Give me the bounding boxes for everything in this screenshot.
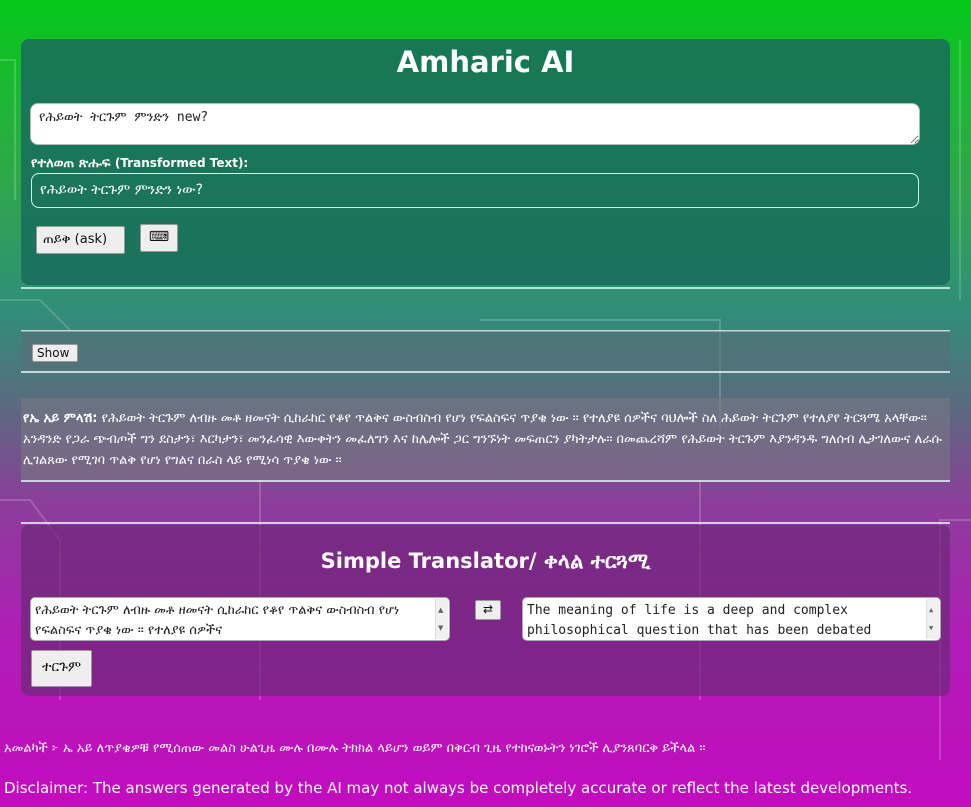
show-button[interactable]: Show [32, 344, 78, 362]
transformed-text-field: የሕይወት ትርጉም ምንድን ነው? [31, 173, 919, 208]
target-text: The meaning of life is a deep and comple… [527, 603, 872, 638]
translator-title: Simple Translator/ ቀላል ተርጓሚ [320, 549, 651, 573]
disclaimer-amharic: አመልካች ፦ ኤ አይ ለጥያቄዎቹ የሚሰጠው መልስ ሁልጊዜ ሙሉ በሙ… [4, 741, 706, 756]
divider [21, 287, 950, 289]
answer-label: የኤ አይ ምላሽ: [23, 411, 98, 426]
divider [21, 480, 950, 482]
answer-text: የሕይወት ትርጉም ለብዙ መቶ ዘመናት ሲከራከር የቆየ ጥልቅና ውስ… [23, 411, 942, 468]
target-scrollbar[interactable]: ▲ ▼ [926, 599, 939, 639]
target-textarea[interactable]: The meaning of life is a deep and comple… [522, 597, 941, 641]
divider [21, 371, 950, 373]
source-scrollbar[interactable]: ▲ ▼ [435, 599, 448, 639]
show-section: Show [21, 331, 950, 371]
chat-panel: Amharic AI የሕይወት ትርጉም ምንድን new? የተለወጠ ጽሑ… [21, 39, 950, 285]
source-textarea[interactable]: የሕይወት ትርጉም ለብዙ መቶ ዘመናት ሲከራከር የቆየ ጥልቅና ውስ… [30, 597, 450, 641]
transformed-text-label: የተለወጠ ጽሑፍ (Transformed Text): [31, 156, 248, 171]
disclaimer-english: Disclaimer: The answers generated by the… [4, 779, 913, 797]
translator-panel: Simple Translator/ ቀላል ተርጓሚ የሕይወት ትርጉም ለ… [21, 525, 950, 696]
swap-icon[interactable]: ⇄ [475, 600, 501, 620]
source-text: የሕይወት ትርጉም ለብዙ መቶ ዘመናት ሲከራከር የቆየ ጥልቅና ውስ… [35, 603, 400, 638]
question-input[interactable]: የሕይወት ትርጉም ምንድን new? [30, 103, 920, 145]
app-title: Amharic AI [396, 45, 575, 79]
translate-button[interactable]: ተርጉም [31, 650, 92, 687]
ask-button[interactable]: ጠይቅ (ask) [36, 226, 125, 254]
divider [21, 522, 950, 524]
transformed-label-en: (Transformed Text): [114, 156, 249, 170]
keyboard-icon[interactable]: ⌨ [140, 224, 178, 252]
transformed-label-am: የተለወጠ ጽሑፍ [31, 156, 111, 171]
ai-answer: የኤ አይ ምላሽ: የሕይወት ትርጉም ለብዙ መቶ ዘመናት ሲከራከር … [21, 398, 950, 480]
